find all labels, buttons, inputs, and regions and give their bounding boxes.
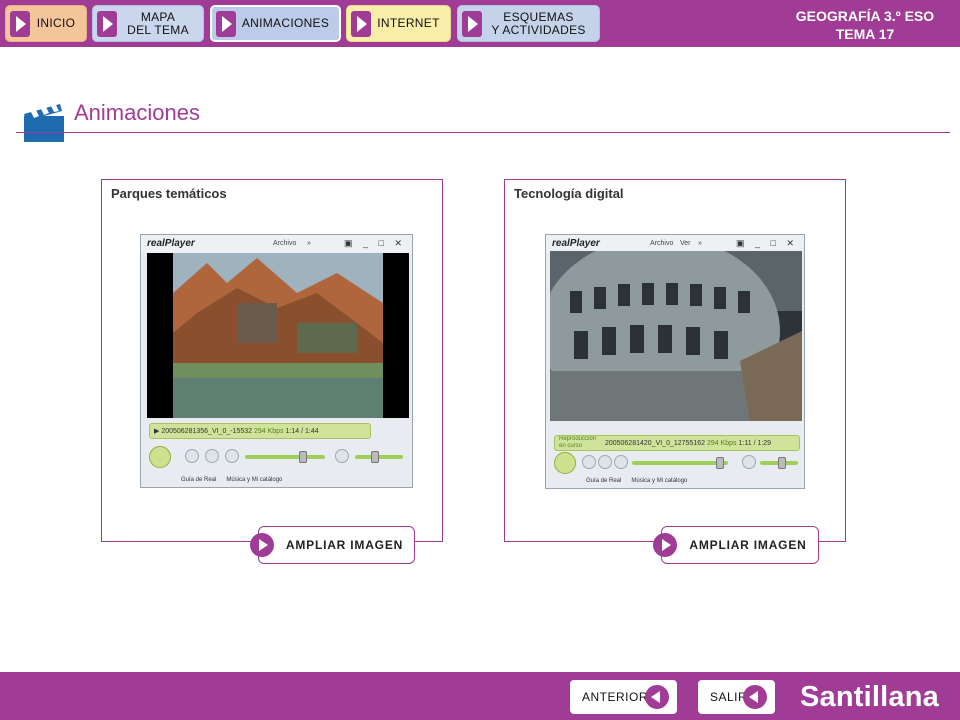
realplayer-window[interactable]: realPlayer Archivo » ▣ _ □ ✕ ▶ 200506281… — [140, 234, 413, 488]
seek-handle[interactable] — [299, 451, 307, 463]
play-arrow-icon — [250, 533, 274, 557]
play-arrow-icon — [97, 10, 117, 37]
play-arrow-icon — [653, 533, 677, 557]
window-controls-icon[interactable]: ▣ _ □ ✕ — [344, 238, 406, 249]
guide-link[interactable]: Guía de Real — [586, 478, 621, 484]
play-arrow-icon — [351, 10, 371, 37]
status-bitrate: 294 Kbps — [253, 427, 284, 435]
realplayer-window[interactable]: realPlayer Archivo Ver » ▣ _ □ ✕ Reprodu… — [545, 234, 805, 489]
ampliar-imagen-button-2[interactable]: AMPLIAR IMAGEN — [653, 526, 819, 564]
volume-handle[interactable] — [371, 451, 379, 463]
nav-esquemas-button[interactable]: ESQUEMAS Y ACTIVIDADES — [457, 5, 600, 42]
animation-panel-tecnologia: Tecnología digital realPlayer Archivo Ve… — [504, 179, 846, 542]
previous-button[interactable] — [598, 455, 612, 469]
ampliar-label: AMPLIAR IMAGEN — [689, 538, 807, 552]
stop-button[interactable] — [582, 455, 596, 469]
seek-handle[interactable] — [716, 457, 724, 469]
status-prefix: Reproducción en curso — [559, 436, 597, 449]
nav-internet-button[interactable]: INTERNET — [346, 5, 451, 42]
music-link[interactable]: Música y Mi catálogo — [631, 478, 687, 484]
menu-more[interactable]: » — [307, 240, 311, 247]
next-button[interactable] — [614, 455, 628, 469]
ampliar-imagen-button-1[interactable]: AMPLIAR IMAGEN — [250, 526, 415, 564]
unit-label: TEMA 17 — [835, 26, 895, 42]
player-status-bar: ▶ 200506281356_VI_0_-15532 294 Kbps 1:14… — [149, 423, 371, 439]
previous-button[interactable] — [205, 449, 219, 463]
volume-icon[interactable] — [335, 449, 349, 463]
play-arrow-icon — [10, 10, 30, 37]
menu-ver[interactable]: Ver — [680, 240, 691, 247]
volume-icon[interactable] — [742, 455, 756, 469]
seek-slider[interactable] — [632, 461, 728, 465]
course-info: GEOGRAFÍA 3.º ESO TEMA 17 — [780, 7, 950, 43]
status-filename: 200506281420_VI_0_12755162 — [604, 439, 706, 447]
back-arrow-icon — [645, 685, 669, 709]
nav-animaciones-button[interactable]: ANIMACIONES — [210, 5, 341, 42]
volume-handle[interactable] — [778, 457, 786, 469]
anterior-label: ANTERIOR — [582, 690, 649, 704]
player-status-bar: Reproducción en curso 200506281420_VI_0_… — [554, 435, 800, 451]
status-filename: 200506281356_VI_0_-15532 — [161, 427, 253, 435]
nav-inicio-label: INICIO — [36, 16, 76, 30]
panel-title: Tecnología digital — [514, 186, 624, 201]
pause-button[interactable] — [149, 446, 171, 468]
clapperboard-icon — [22, 100, 66, 147]
window-controls-icon[interactable]: ▣ _ □ ✕ — [736, 238, 798, 249]
status-time: 1:14 / 1:44 — [285, 427, 319, 435]
play-arrow-icon — [216, 10, 236, 37]
pause-button[interactable] — [554, 452, 576, 474]
next-button[interactable] — [225, 449, 239, 463]
status-time: 1:11 / 1:29 — [738, 439, 772, 447]
nav-animaciones-label: ANIMACIONES — [241, 16, 330, 30]
realplayer-logo: realPlayer — [147, 238, 195, 249]
volume-slider[interactable] — [355, 455, 403, 459]
realplayer-logo: realPlayer — [552, 238, 600, 249]
panel-title: Parques temáticos — [111, 186, 227, 201]
video-frame-theme-park — [147, 253, 409, 418]
nav-esquemas-label: ESQUEMAS Y ACTIVIDADES — [491, 9, 586, 37]
subject-label: GEOGRAFÍA 3.º ESO — [795, 8, 935, 24]
santillana-logo: Santillana — [800, 681, 939, 713]
player-footer: Guía de Real Música y Mi catálogo — [586, 478, 687, 484]
animation-panel-parques: Parques temáticos realPlayer Archivo » ▣… — [101, 179, 443, 542]
play-status-icon: ▶ — [154, 428, 162, 435]
guide-link[interactable]: Guía de Real — [181, 477, 216, 483]
nav-mapa-label: MAPA DEL TEMA — [127, 9, 189, 37]
salir-label: SALIR — [710, 690, 748, 704]
play-arrow-icon — [462, 10, 482, 37]
player-footer: Guía de Real Música y Mi catálogo — [181, 477, 282, 483]
video-frame-colosseum — [550, 251, 802, 421]
menu-archivo[interactable]: Archivo — [273, 240, 296, 247]
page-title: Animaciones — [74, 100, 200, 125]
player-controls — [149, 446, 404, 468]
nav-internet-label: INTERNET — [377, 16, 440, 30]
menu-more[interactable]: » — [698, 240, 702, 247]
back-arrow-icon — [743, 685, 767, 709]
anterior-button[interactable]: ANTERIOR — [570, 680, 677, 714]
nav-mapa-del-tema-button[interactable]: MAPA DEL TEMA — [92, 5, 204, 42]
title-divider — [16, 132, 950, 133]
ampliar-label: AMPLIAR IMAGEN — [285, 538, 404, 552]
seek-slider[interactable] — [245, 455, 325, 459]
player-controls — [554, 452, 798, 474]
salir-button[interactable]: SALIR — [698, 680, 775, 714]
music-link[interactable]: Música y Mi catálogo — [226, 477, 282, 483]
stop-button[interactable] — [185, 449, 199, 463]
status-bitrate: 294 Kbps — [706, 439, 737, 447]
nav-inicio-button[interactable]: INICIO — [5, 5, 87, 42]
player-titlebar: realPlayer Archivo » ▣ _ □ ✕ — [141, 235, 412, 253]
menu-archivo[interactable]: Archivo — [650, 240, 673, 247]
